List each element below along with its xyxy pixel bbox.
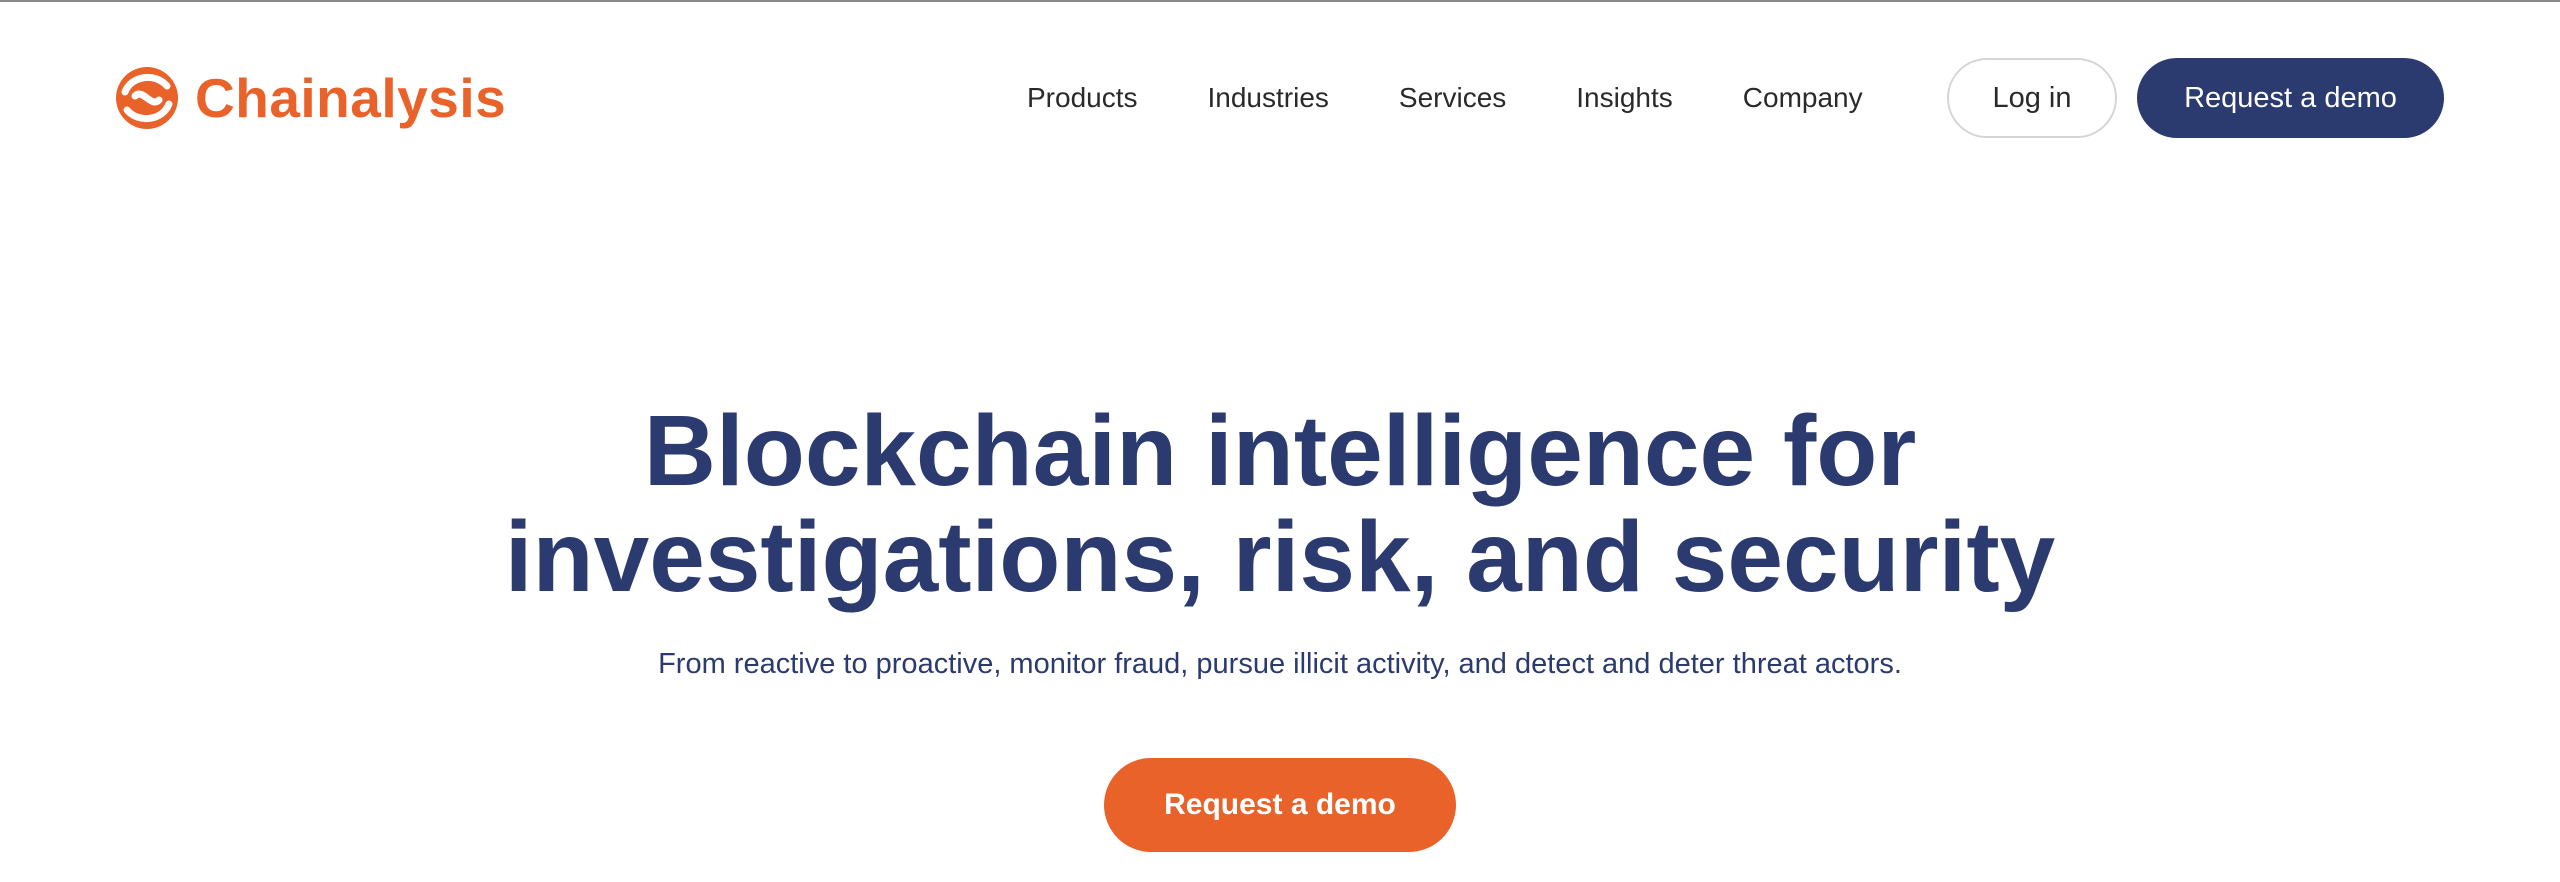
login-button[interactable]: Log in — [1947, 58, 2117, 138]
nav-item-services[interactable]: Services — [1399, 82, 1506, 114]
nav-item-company[interactable]: Company — [1743, 82, 1863, 114]
nav-item-products[interactable]: Products — [1027, 82, 1138, 114]
hero-subtitle: From reactive to proactive, monitor frau… — [658, 648, 1902, 680]
logo-link[interactable]: Chainalysis — [115, 64, 506, 132]
hero-title-line-1: Blockchain intelligence for — [643, 395, 1917, 507]
hero-title-line-2: investigations, risk, and security — [504, 501, 2056, 613]
main-nav: Products Industries Services Insights Co… — [1000, 58, 1933, 138]
site-header: Chainalysis Products Industries Services… — [0, 2, 2560, 192]
nav-item-insights[interactable]: Insights — [1576, 82, 1673, 114]
chainalysis-logo-icon — [116, 67, 178, 129]
request-demo-hero-button[interactable]: Request a demo — [1104, 758, 1456, 852]
hero-title: Blockchain intelligence for investigatio… — [0, 398, 2560, 610]
logo-wordmark: Chainalysis — [195, 66, 507, 129]
nav-item-industries[interactable]: Industries — [1208, 82, 1329, 114]
request-demo-nav-button[interactable]: Request a demo — [2137, 58, 2444, 138]
